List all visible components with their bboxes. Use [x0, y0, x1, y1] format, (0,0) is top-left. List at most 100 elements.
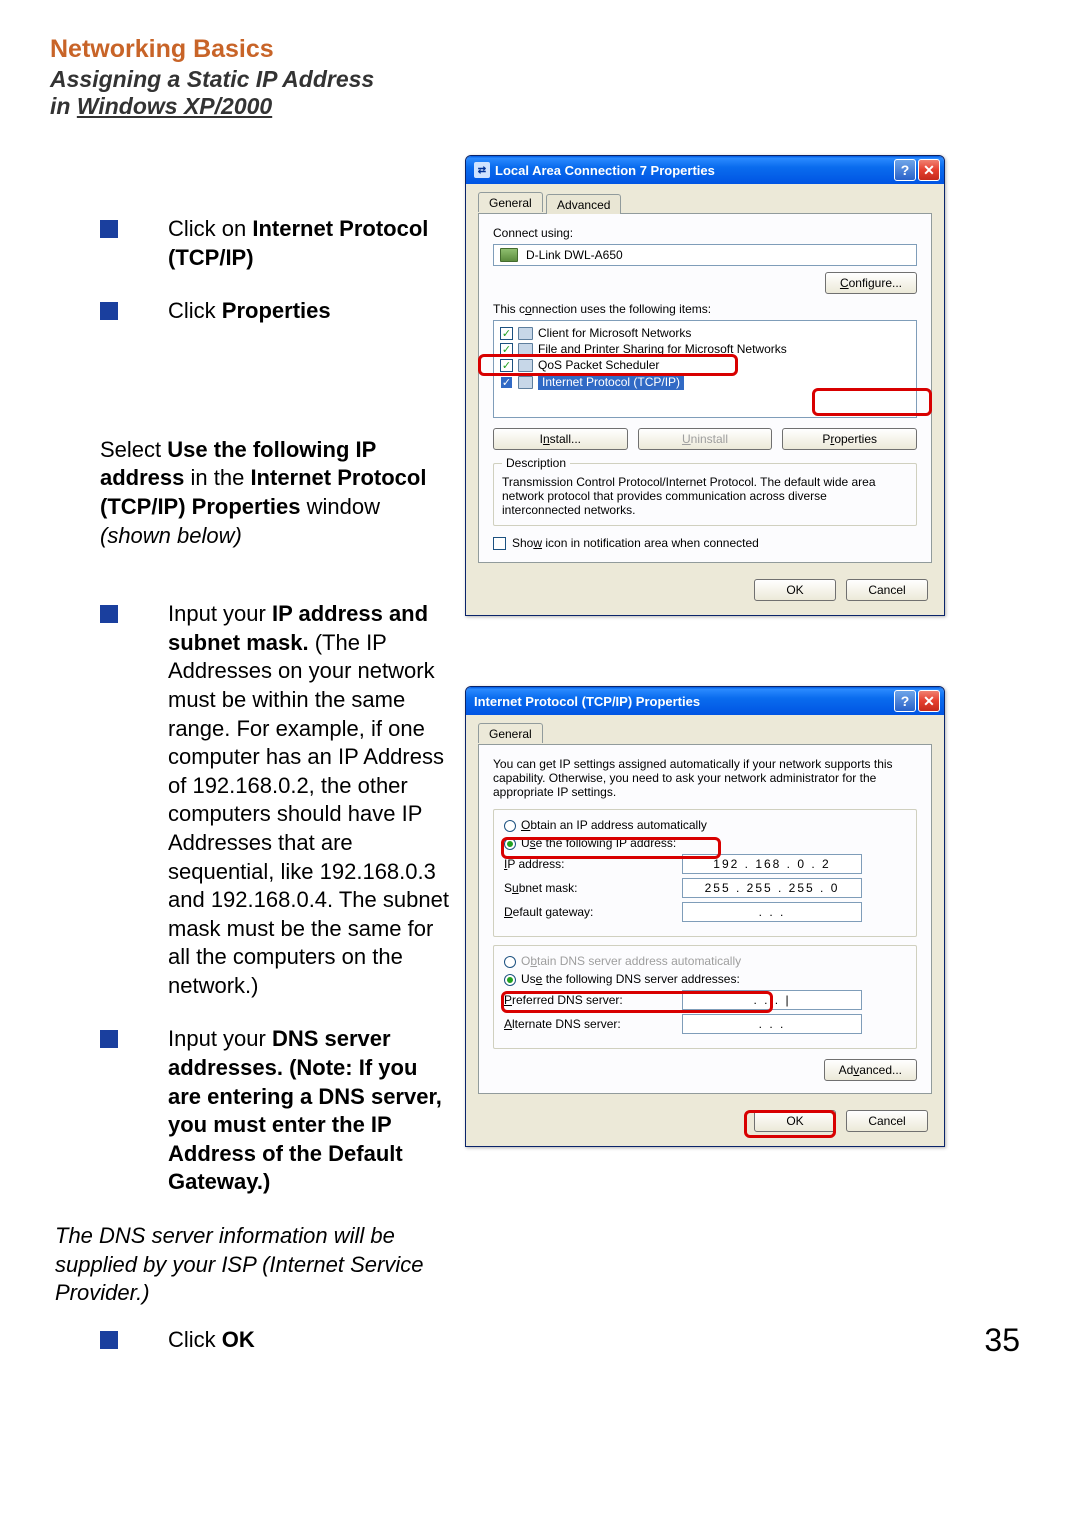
help-button[interactable]: ?: [894, 159, 916, 181]
gateway-label: Default gateway:: [504, 905, 682, 919]
bullet-icon: [100, 220, 118, 238]
device-name: D-Link DWL-A650: [526, 248, 623, 262]
configure-button[interactable]: Configure...: [825, 272, 917, 294]
bullet-2: Click Properties: [100, 297, 450, 326]
bullet-4: Input your DNS server addresses. (Note: …: [100, 1025, 450, 1197]
item-label: Client for Microsoft Networks: [538, 326, 691, 340]
nic-icon: [500, 248, 518, 262]
checkbox-icon[interactable]: ✓: [500, 343, 513, 356]
instructions-column: Click on Internet Protocol (TCP/IP) Clic…: [50, 155, 450, 1379]
help-button[interactable]: ?: [894, 690, 916, 712]
tcpip-properties-dialog: Internet Protocol (TCP/IP) Properties ? …: [465, 686, 945, 1147]
bullet-3: Input your IP address and subnet mask. (…: [100, 600, 450, 1000]
subtitle-line2-prefix: in: [50, 93, 77, 119]
description-text: Transmission Control Protocol/Internet P…: [502, 475, 908, 517]
tab-general[interactable]: General: [478, 192, 543, 212]
tab-general[interactable]: General: [478, 723, 543, 743]
section-title: Networking Basics: [50, 35, 1030, 64]
t: (shown below): [100, 523, 242, 548]
dialog-title: Local Area Connection 7 Properties: [495, 163, 894, 178]
alt-dns-label: Alternate DNS server:: [504, 1017, 682, 1031]
dialog-title: Internet Protocol (TCP/IP) Properties: [474, 694, 894, 709]
description-group: Description Transmission Control Protoco…: [493, 456, 917, 526]
bullet-icon: [100, 605, 118, 623]
list-item-selected[interactable]: ✓ Internet Protocol (TCP/IP): [498, 373, 912, 391]
subnet-input[interactable]: 255 . 255 . 255 . 0: [682, 878, 862, 898]
client-icon: [518, 327, 533, 340]
radio-icon[interactable]: [504, 820, 516, 832]
checkbox-icon[interactable]: ✓: [500, 327, 513, 340]
uninstall-button[interactable]: Uninstall: [638, 428, 773, 450]
radio-obtain-dns-auto: Obtain DNS server address automatically: [504, 954, 906, 968]
radio-obtain-auto[interactable]: Obtain an IP address automatically: [504, 818, 906, 832]
b2-pre: Click: [168, 298, 222, 323]
bullet-icon: [100, 1030, 118, 1048]
titlebar[interactable]: Internet Protocol (TCP/IP) Properties ? …: [466, 687, 944, 715]
share-icon: [518, 343, 533, 356]
bullet-icon: [100, 302, 118, 320]
screenshots-column: ⇄ Local Area Connection 7 Properties ? ✕…: [465, 155, 945, 1379]
cancel-button[interactable]: Cancel: [846, 1110, 928, 1132]
titlebar[interactable]: ⇄ Local Area Connection 7 Properties ? ✕: [466, 156, 944, 184]
radio-use-dns[interactable]: Use the following DNS server addresses:: [504, 972, 906, 986]
tcpip-icon: [518, 376, 533, 389]
install-button[interactable]: Install...: [493, 428, 628, 450]
t: Click: [168, 1327, 222, 1352]
page-number: 35: [984, 1322, 1020, 1359]
t: (The IP Addresses on your network must b…: [168, 630, 449, 998]
bullet-1: Click on Internet Protocol (TCP/IP): [100, 215, 450, 272]
subtitle: Assigning a Static IP Address in Windows…: [50, 66, 1030, 120]
t: OK: [222, 1327, 255, 1352]
list-item[interactable]: ✓ QoS Packet Scheduler: [498, 357, 912, 373]
ok-button[interactable]: OK: [754, 579, 836, 601]
pref-dns-input[interactable]: . . . |: [682, 990, 862, 1010]
tab-advanced[interactable]: Advanced: [546, 194, 621, 214]
subnet-label: Subnet mask:: [504, 881, 682, 895]
alt-dns-input[interactable]: . . .: [682, 1014, 862, 1034]
item-label: Internet Protocol (TCP/IP): [538, 374, 684, 390]
show-icon-label: Show icon in notification area when conn…: [512, 536, 759, 550]
ok-button[interactable]: OK: [754, 1110, 836, 1132]
radio-icon[interactable]: [504, 974, 516, 986]
intro-text: You can get IP settings assigned automat…: [493, 757, 917, 799]
close-button[interactable]: ✕: [918, 690, 940, 712]
dns-note: The DNS server information will be suppl…: [55, 1222, 450, 1308]
checkbox-icon[interactable]: [493, 537, 506, 550]
subtitle-line2-u: Windows XP/2000: [77, 93, 272, 119]
advanced-button[interactable]: Advanced...: [824, 1059, 917, 1081]
ip-label: IP address:: [504, 857, 682, 871]
gateway-input[interactable]: . . .: [682, 902, 862, 922]
t: in the: [184, 465, 250, 490]
uses-items-label: This connection uses the following items…: [493, 302, 917, 316]
bullet-5: Click OK: [100, 1326, 450, 1355]
bullet-icon: [100, 1331, 118, 1349]
ip-address-input[interactable]: 192 . 168 . 0 . 2: [682, 854, 862, 874]
list-item[interactable]: ✓ File and Printer Sharing for Microsoft …: [498, 341, 912, 357]
select-paragraph: Select Use the following IP address in t…: [100, 436, 450, 550]
lan-properties-dialog: ⇄ Local Area Connection 7 Properties ? ✕…: [465, 155, 945, 616]
checkbox-icon[interactable]: ✓: [500, 359, 513, 372]
cancel-button[interactable]: Cancel: [846, 579, 928, 601]
ip-settings-group: Obtain an IP address automatically Use t…: [493, 809, 917, 937]
subtitle-line1: Assigning a Static IP Address: [50, 66, 374, 92]
description-legend: Description: [502, 456, 570, 470]
b2-bold: Properties: [222, 298, 331, 323]
radio-icon[interactable]: [504, 838, 516, 850]
checkbox-icon[interactable]: ✓: [500, 376, 513, 389]
qos-icon: [518, 359, 533, 372]
t: window: [300, 494, 379, 519]
pref-dns-label: Preferred DNS server:: [504, 993, 682, 1007]
close-button[interactable]: ✕: [918, 159, 940, 181]
dns-settings-group: Obtain DNS server address automatically …: [493, 945, 917, 1049]
properties-button[interactable]: Properties: [782, 428, 917, 450]
show-icon-row[interactable]: Show icon in notification area when conn…: [493, 536, 917, 550]
b1-pre: Click on: [168, 216, 252, 241]
connect-using-label: Connect using:: [493, 226, 917, 240]
radio-use-following[interactable]: Use the following IP address:: [504, 836, 906, 850]
device-field: D-Link DWL-A650: [493, 244, 917, 266]
items-listbox[interactable]: ✓ Client for Microsoft Networks ✓ File and…: [493, 320, 917, 418]
item-label: QoS Packet Scheduler: [538, 358, 659, 372]
list-item[interactable]: ✓ Client for Microsoft Networks: [498, 325, 912, 341]
t: Input your: [168, 1026, 272, 1051]
item-label: File and Printer Sharing for Microsoft N…: [538, 342, 787, 356]
